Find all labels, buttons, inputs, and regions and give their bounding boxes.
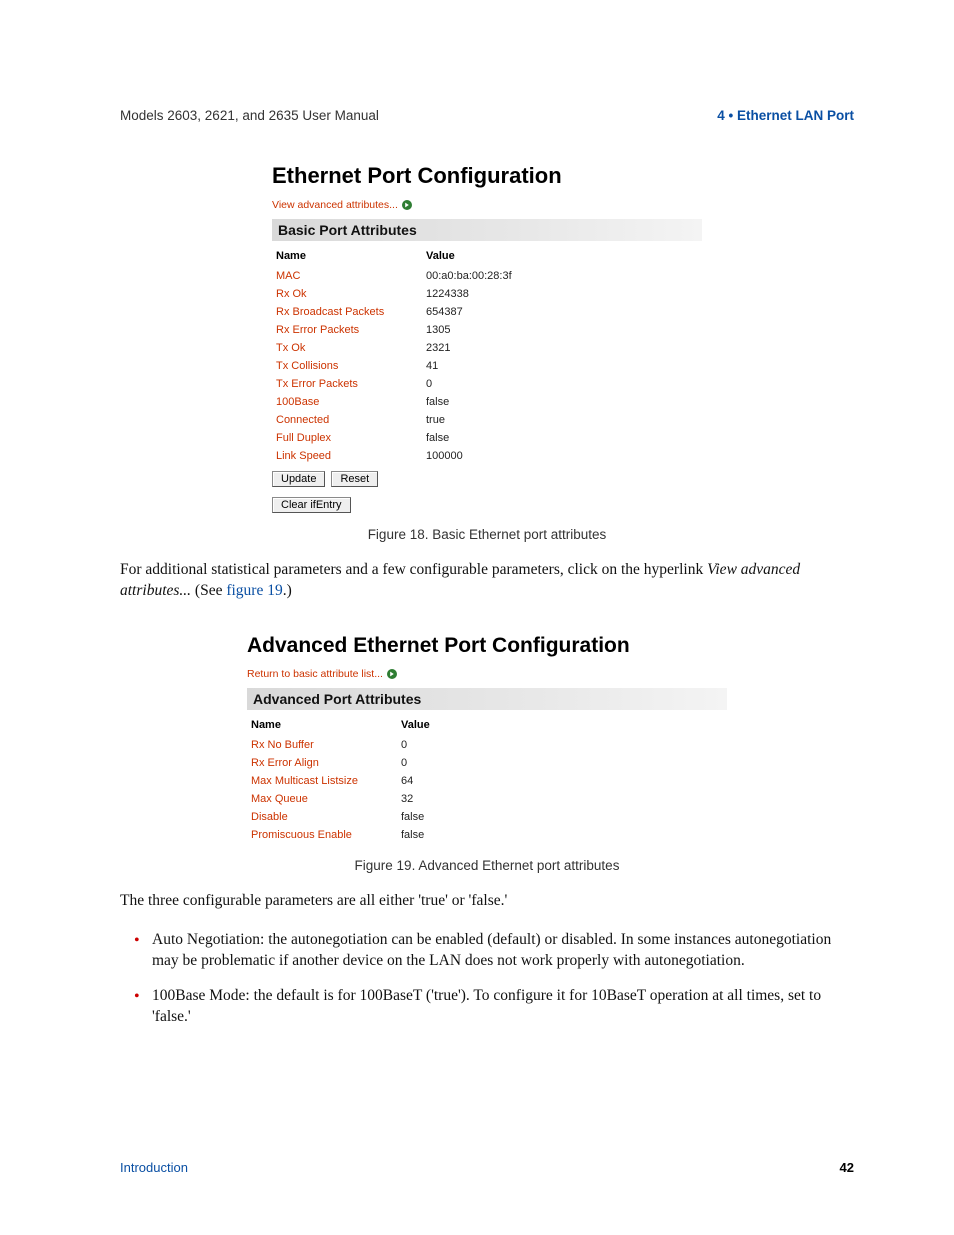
header-right: 4 • Ethernet LAN Port — [717, 108, 854, 123]
figure-19-title: Advanced Ethernet Port Configuration — [247, 634, 727, 658]
paragraph-2: The three configurable parameters are al… — [120, 891, 854, 912]
table-row: MAC00:a0:ba:00:28:3f — [272, 267, 702, 285]
attr-value: 1224338 — [422, 285, 702, 303]
figure-18-title: Ethernet Port Configuration — [272, 163, 702, 189]
attr-name: Tx Error Packets — [272, 375, 422, 393]
header-left: Models 2603, 2621, and 2635 User Manual — [120, 108, 379, 123]
table-row: Connectedtrue — [272, 411, 702, 429]
attr-value: 2321 — [422, 339, 702, 357]
figure-19-caption: Figure 19. Advanced Ethernet port attrib… — [120, 858, 854, 873]
col-name: Name — [272, 247, 422, 267]
attr-name: Rx Ok — [272, 285, 422, 303]
figure-18-caption: Figure 18. Basic Ethernet port attribute… — [120, 527, 854, 542]
attr-name: Max Multicast Listsize — [247, 772, 397, 790]
attr-name: Rx No Buffer — [247, 736, 397, 754]
attr-value: 654387 — [422, 303, 702, 321]
attr-name: Tx Ok — [272, 339, 422, 357]
table-row: 100Basefalse — [272, 393, 702, 411]
table-row: Tx Error Packets0 — [272, 375, 702, 393]
attr-name: Max Queue — [247, 790, 397, 808]
table-row: Tx Ok2321 — [272, 339, 702, 357]
running-header: Models 2603, 2621, and 2635 User Manual … — [120, 108, 854, 123]
bullet-list: Auto Negotiation: the autonegotiation ca… — [120, 930, 854, 1028]
attr-name: Rx Error Packets — [272, 321, 422, 339]
return-basic-link[interactable]: Return to basic attribute list... — [247, 668, 383, 680]
attr-name: Rx Broadcast Packets — [272, 303, 422, 321]
basic-attributes-table: Name Value MAC00:a0:ba:00:28:3f Rx Ok122… — [272, 247, 702, 465]
table-row: Link Speed100000 — [272, 447, 702, 465]
attr-value: 0 — [397, 736, 727, 754]
attr-value: 0 — [422, 375, 702, 393]
view-advanced-link[interactable]: View advanced attributes... — [272, 199, 398, 211]
attr-name: Full Duplex — [272, 429, 422, 447]
attr-value: 100000 — [422, 447, 702, 465]
advanced-port-attributes-header: Advanced Port Attributes — [247, 688, 727, 710]
table-row: Full Duplexfalse — [272, 429, 702, 447]
attr-value: 00:a0:ba:00:28:3f — [422, 267, 702, 285]
reset-button[interactable]: Reset — [331, 471, 378, 487]
table-row: Rx Error Packets1305 — [272, 321, 702, 339]
table-row: Rx Ok1224338 — [272, 285, 702, 303]
table-row: Rx No Buffer0 — [247, 736, 727, 754]
footer-section: Introduction — [120, 1160, 188, 1175]
figure-19: Advanced Ethernet Port Configuration Ret… — [247, 634, 727, 844]
advanced-attributes-table: Name Value Rx No Buffer0 Rx Error Align0… — [247, 716, 727, 844]
attr-name: Link Speed — [272, 447, 422, 465]
col-value: Value — [422, 247, 702, 267]
update-button[interactable]: Update — [272, 471, 325, 487]
attr-name: MAC — [272, 267, 422, 285]
attr-value: false — [422, 393, 702, 411]
attr-value: 0 — [397, 754, 727, 772]
text: For additional statistical parameters an… — [120, 561, 707, 578]
table-row: Disablefalse — [247, 808, 727, 826]
attr-name: Promiscuous Enable — [247, 826, 397, 844]
attr-value: 41 — [422, 357, 702, 375]
attr-name: Tx Collisions — [272, 357, 422, 375]
attr-name: Rx Error Align — [247, 754, 397, 772]
attr-name: Connected — [272, 411, 422, 429]
basic-port-attributes-header: Basic Port Attributes — [272, 219, 702, 241]
attr-value: 64 — [397, 772, 727, 790]
list-item: Auto Negotiation: the autonegotiation ca… — [138, 930, 854, 972]
attr-value: 1305 — [422, 321, 702, 339]
table-row: Rx Error Align0 — [247, 754, 727, 772]
col-value: Value — [397, 716, 727, 736]
table-row: Max Queue32 — [247, 790, 727, 808]
attr-name: 100Base — [272, 393, 422, 411]
arrow-right-icon — [402, 200, 412, 210]
attr-value: true — [422, 411, 702, 429]
attr-name: Disable — [247, 808, 397, 826]
attr-value: 32 — [397, 790, 727, 808]
running-footer: Introduction 42 — [120, 1160, 854, 1175]
attr-value: false — [397, 808, 727, 826]
arrow-right-icon — [387, 669, 397, 679]
attr-value: false — [422, 429, 702, 447]
table-row: Rx Broadcast Packets654387 — [272, 303, 702, 321]
text: .) — [283, 582, 292, 599]
page-number: 42 — [840, 1160, 854, 1175]
table-row: Max Multicast Listsize64 — [247, 772, 727, 790]
table-row: Tx Collisions41 — [272, 357, 702, 375]
list-item: 100Base Mode: the default is for 100Base… — [138, 986, 854, 1028]
table-row: Promiscuous Enablefalse — [247, 826, 727, 844]
col-name: Name — [247, 716, 397, 736]
attr-value: false — [397, 826, 727, 844]
figure-19-xref[interactable]: figure 19 — [226, 582, 282, 599]
paragraph-1: For additional statistical parameters an… — [120, 560, 854, 602]
clear-ifentry-button[interactable]: Clear ifEntry — [272, 497, 351, 513]
text: (See — [191, 582, 226, 599]
figure-18: Ethernet Port Configuration View advance… — [272, 163, 702, 513]
